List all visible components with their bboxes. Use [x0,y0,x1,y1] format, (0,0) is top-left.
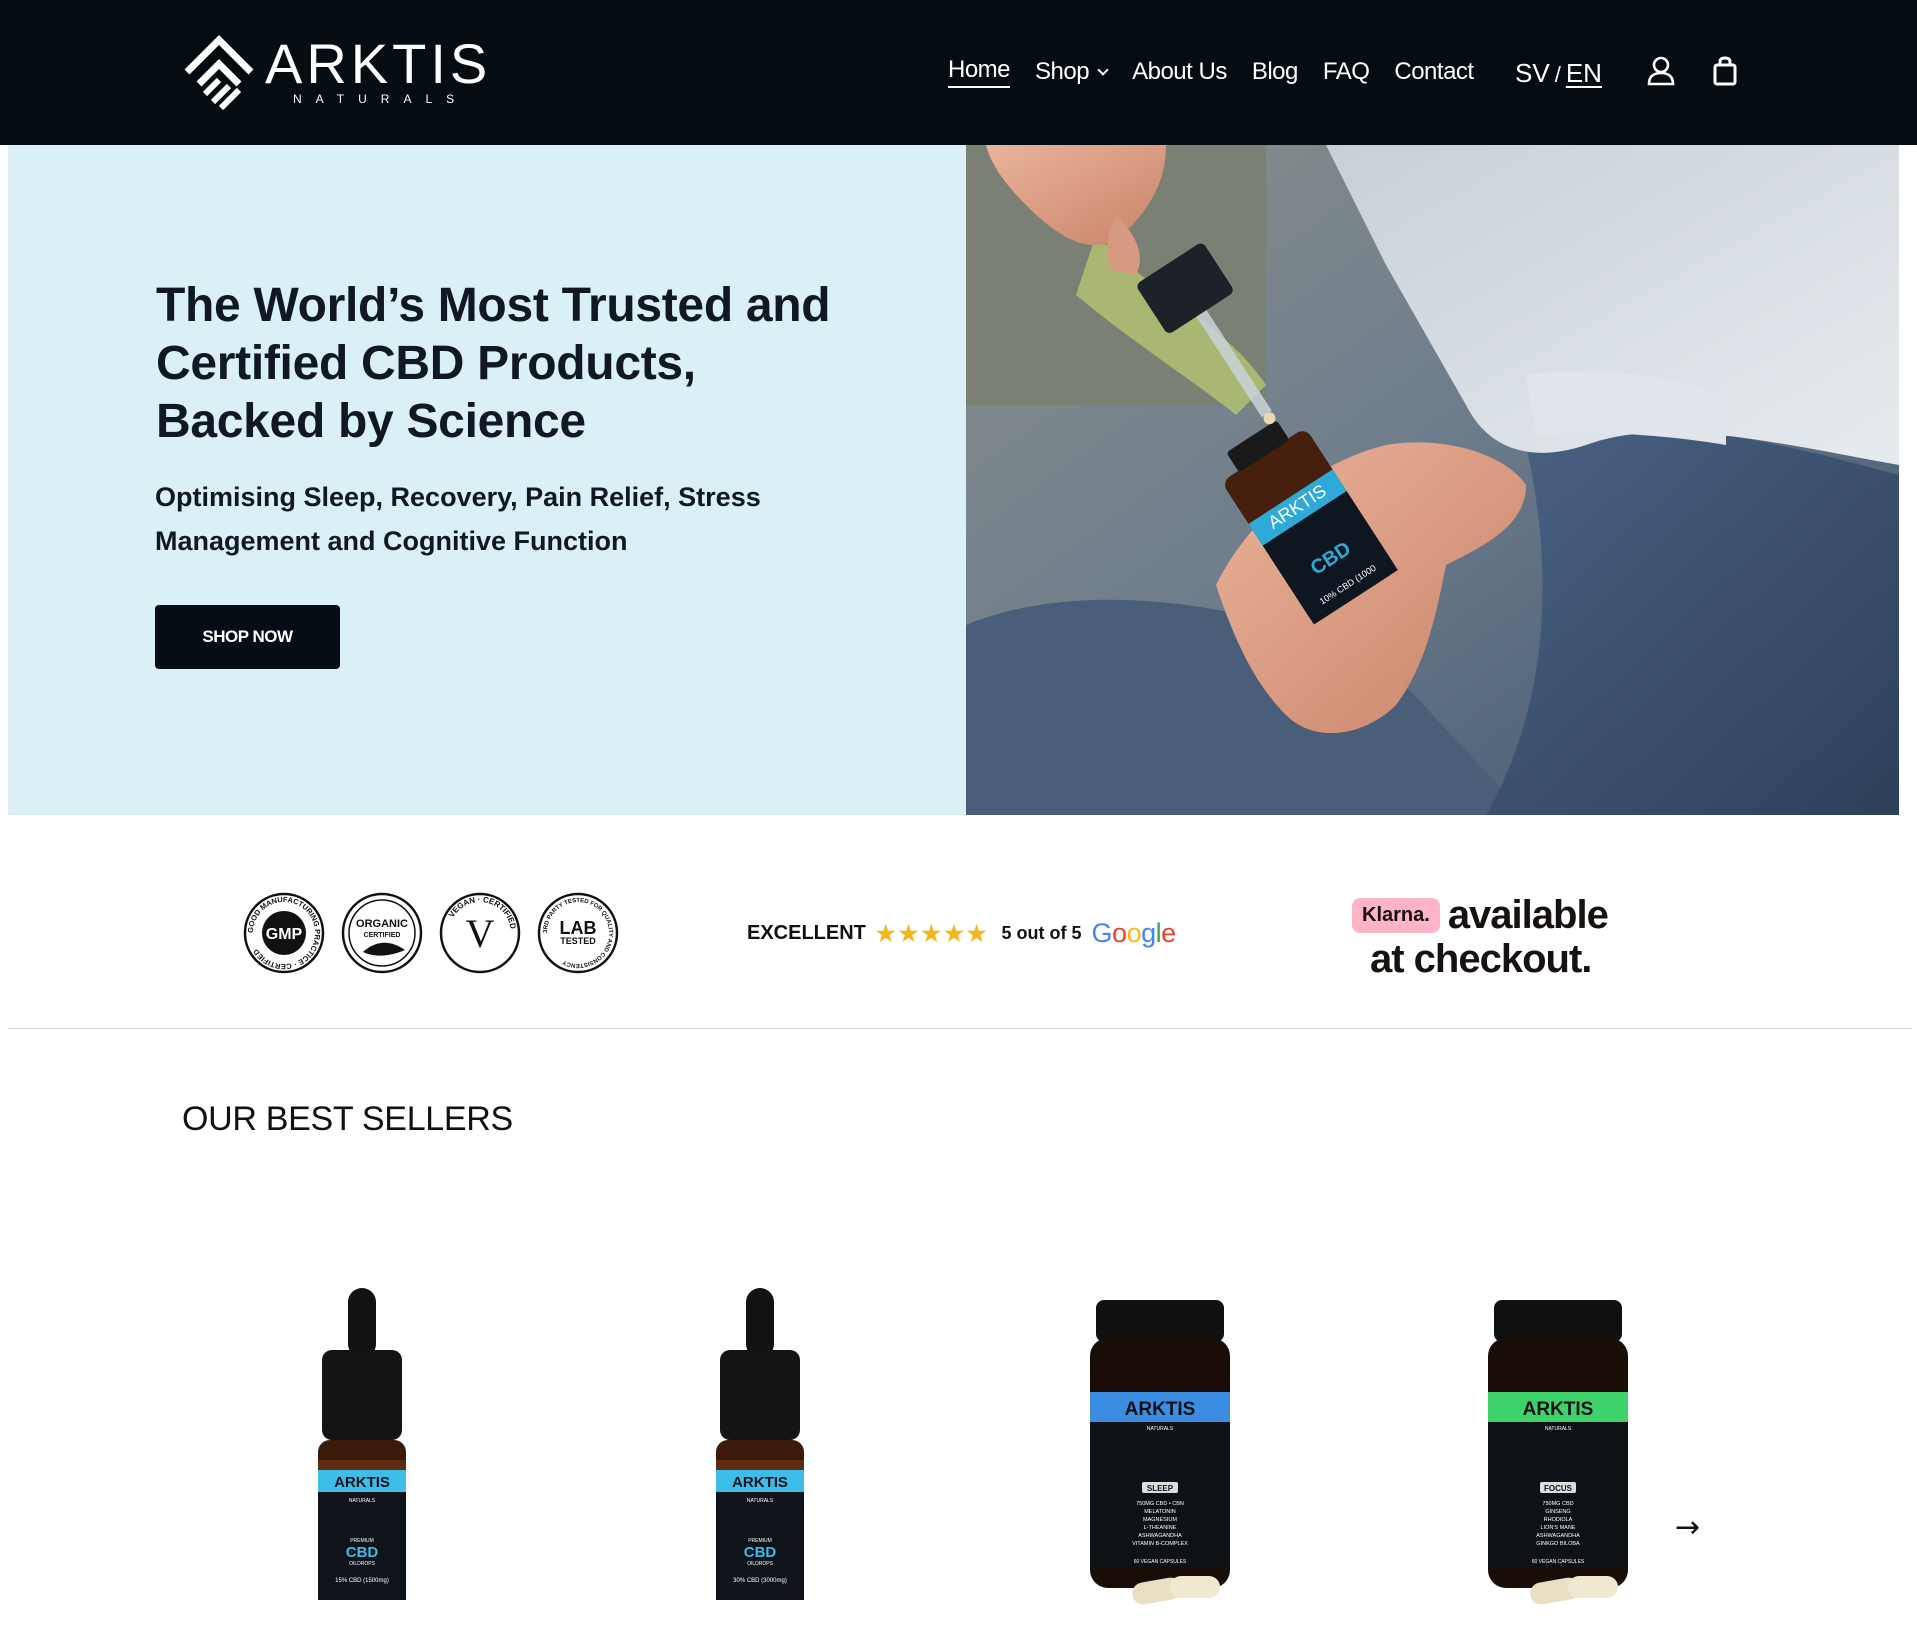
hero-text-panel: The World’s Most Trusted and Certified C… [8,145,966,815]
product-card[interactable]: ARKTIS NATURALS SLEEP 750MG CBD • CBN MELATO… [1060,1280,1260,1610]
product-ingredient: VITAMIN B-COMPLEX [1132,1541,1188,1547]
product-line3: OILDROPS [349,1561,376,1567]
product-brand: ARKTIS [1523,1399,1594,1420]
product-brand: ARKTIS [334,1474,390,1491]
best-sellers-title: OUR BEST SELLERS [182,1100,513,1138]
product-card[interactable]: ARKTIS NATURALS FOCUS 750MG CBD GINSENG RHODI… [1458,1280,1658,1610]
certification-badges: GMP GOOD MANUFACTURING PRACTICE · CERTIF… [243,892,635,974]
user-icon[interactable] [1647,56,1675,91]
lab-badge-subtext: TESTED [560,936,596,946]
product-ingredient: MELATONIN [1144,1509,1176,1515]
google-logo: Google [1091,918,1177,948]
gmp-badge-text: GMP [266,926,303,943]
product-card[interactable]: ARKTIS NATURALS PREMIUM CBD OILDROPS 30% CBD … [660,1280,860,1610]
product-ingredient: L-THEANINE [1144,1525,1177,1531]
product-brand-sub: NATURALS [1147,1426,1174,1432]
lang-en[interactable]: EN [1566,58,1602,89]
section-divider [8,1028,1912,1029]
product-line2: CBD [744,1544,777,1561]
product-ingredient: GINSENG [1545,1509,1570,1515]
lab-badge-text: LAB [560,918,597,938]
chevron-down-icon [1097,63,1109,76]
product-tag: FOCUS [1544,1484,1573,1493]
product-brand-sub: NATURALS [1545,1426,1572,1432]
organic-badge-text: ORGANIC [356,918,408,930]
product-footer: 60 VEGAN CAPSULES [1134,1559,1187,1565]
site-header: ARKTIS NATURALS Home Shop About Us Blog … [0,0,1917,145]
product-ingredient: MAGNESIUM [1143,1517,1177,1523]
product-strength: 30% CBD (3000mg) [733,1578,787,1584]
klarna-logo: Klarna. [1352,897,1440,933]
nav-home[interactable]: Home [948,56,1011,88]
product-image: ARKTISNATURALSPREMIUMCBDOILDROPS15% CBD … [318,1288,406,1600]
product-brand: ARKTIS [1125,1399,1196,1420]
vegan-certified-badge: VEGAN · CERTIFIED V [439,892,521,974]
nav-shop-label: Shop [1035,58,1090,85]
product-image: ARKTISNATURALSPREMIUMCBDOILDROPS30% CBD … [716,1288,804,1600]
nav-faq[interactable]: FAQ [1323,58,1370,86]
logo-name: ARKTIS [265,32,492,95]
product-brand: ARKTIS [732,1474,788,1491]
product-card[interactable]: ARKTIS NATURALS PREMIUM CBD OILDROPS 15% CBD … [262,1280,462,1610]
product-ingredient: RHODIOLA [1544,1517,1573,1523]
lang-sv[interactable]: SV [1515,58,1550,89]
gmp-certified-badge: GMP GOOD MANUFACTURING PRACTICE · CERTIF… [243,892,325,974]
product-ingredient: ASHWAGANDHA [1536,1533,1580,1539]
organic-certified-badge: ORGANIC CERTIFIED [341,892,423,974]
nav-shop[interactable]: Shop [1035,58,1109,86]
klarna-line-1: available [1447,893,1609,937]
rating-label: EXCELLENT [747,922,866,944]
hero-subtitle: Optimising Sleep, Recovery, Pain Relief,… [155,482,761,556]
product-ingredient: ASHWAGANDHA [1138,1533,1182,1539]
organic-badge-subtext: CERTIFIED [364,932,401,939]
product-brand-sub: NATURALS [349,1498,376,1504]
main-nav: Home Shop About Us Blog FAQ Contact [948,56,1499,88]
rating-text: 5 out of 5 [1001,923,1082,943]
carousel-next-arrow-icon[interactable]: → [1675,1510,1700,1545]
nav-about-us[interactable]: About Us [1132,58,1227,86]
hero-title: The World’s Most Trusted and Certified C… [156,279,831,448]
product-ingredient: LION'S MANE [1541,1525,1576,1531]
google-rating[interactable]: EXCELLENT ★★★★★ 5 out of 5 Google [747,918,1176,949]
product-tag: SLEEP [1147,1484,1174,1493]
shopping-bag-icon[interactable] [1713,56,1737,91]
logo[interactable]: ARKTIS NATURALS [181,34,491,110]
shop-now-button[interactable]: SHOP NOW [155,605,340,669]
lab-tested-badge: 3RD PARTY TESTED FOR QUALITY AND CONSIST… [537,892,619,974]
product-strength: 15% CBD (1500mg) [335,1578,389,1584]
nav-blog[interactable]: Blog [1252,58,1299,86]
product-footer: 60 VEGAN CAPSULES [1532,1559,1585,1565]
product-line3: OILDROPS [747,1561,774,1567]
logo-subtitle: NATURALS [293,92,469,106]
product-line2: CBD [346,1544,379,1561]
product-ingredient: GINKGO BILOBA [1536,1541,1580,1547]
klarna-line-2: at checkout. [1370,937,1592,981]
klarna-banner: Klarna. available at checkout. [1352,893,1609,981]
product-brand-sub: NATURALS [747,1498,774,1504]
product-image: ARKTIS NATURALS FOCUS 750MG CBD GINSENG RHODI… [1488,1300,1628,1605]
lang-separator: / [1554,62,1561,87]
star-rating-icon: ★★★★★ [875,920,990,946]
hero-image: ARKTIS CBD 10% CBD (1000 [966,145,1899,815]
product-ingredient: 750MG CBD [1542,1501,1573,1507]
product-image: ARKTIS NATURALS SLEEP 750MG CBD • CBN MELATO… [1090,1300,1230,1605]
product-ingredient: 750MG CBD • CBN [1136,1501,1184,1507]
language-switcher: SV / EN [1515,58,1602,89]
logo-mark-icon [184,35,254,110]
vegan-badge-text: V [466,911,495,956]
nav-contact[interactable]: Contact [1394,58,1474,86]
